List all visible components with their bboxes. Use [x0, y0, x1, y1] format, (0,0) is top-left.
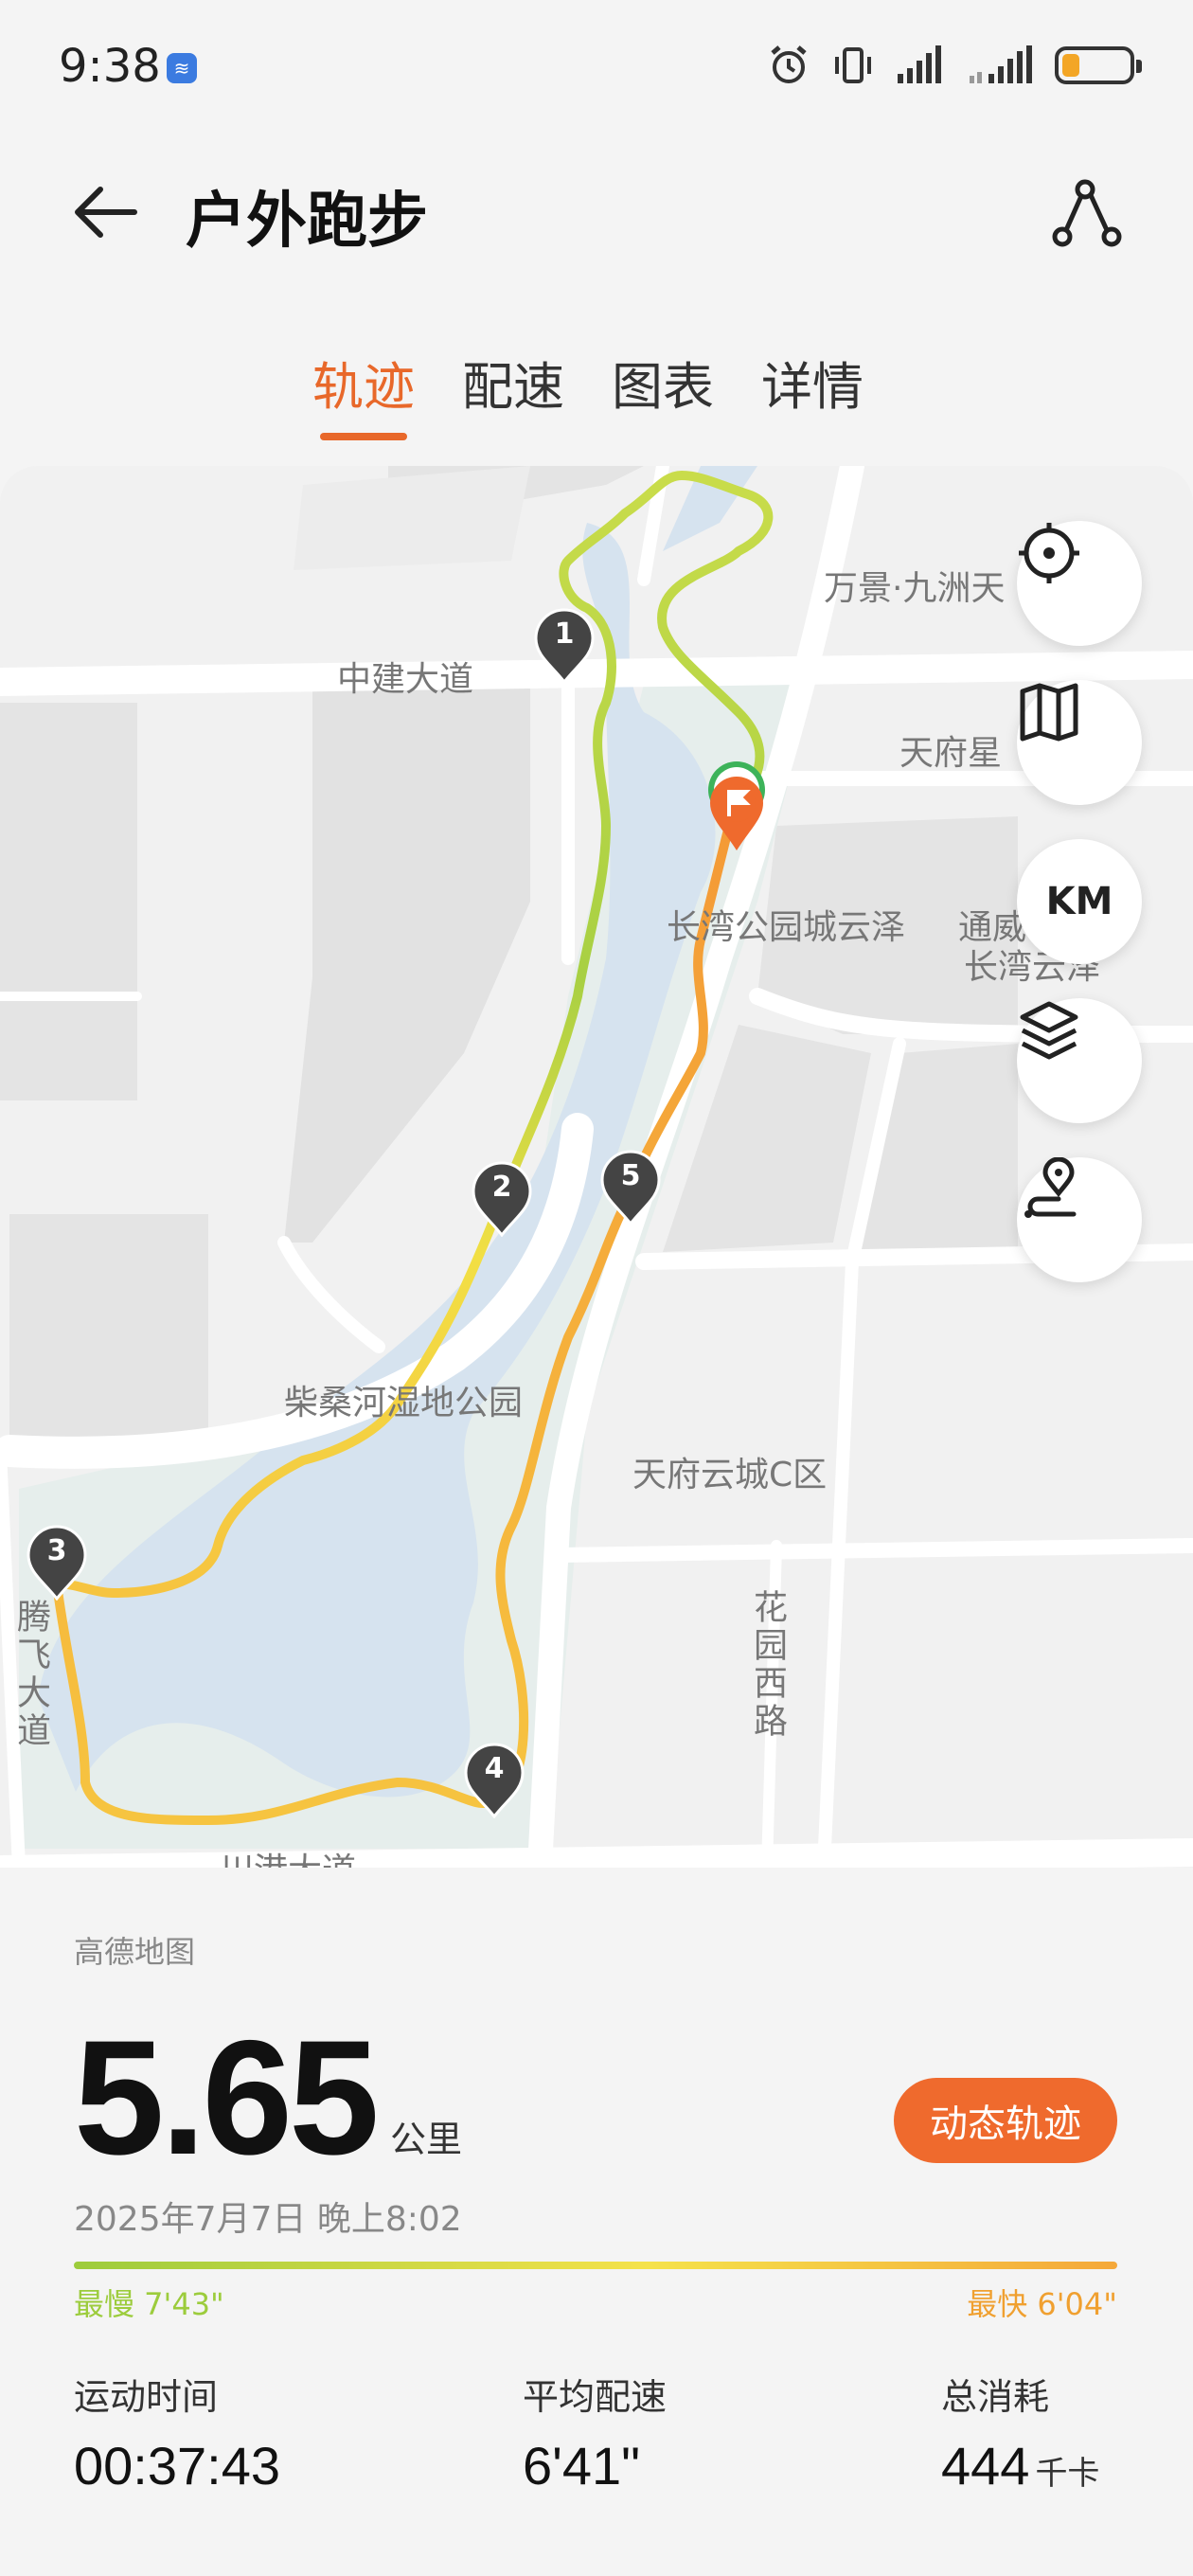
km-marker-4[interactable]: 4 — [464, 1743, 525, 1818]
duration-label: 运动时间 — [74, 2376, 219, 2418]
workout-datetime: 2025年7月7日 晚上8:02 — [74, 2200, 462, 2239]
stat-duration: 运动时间 00:37:43 — [74, 2368, 280, 2496]
locate-button[interactable] — [1017, 521, 1142, 646]
start-end-flag-icon — [708, 761, 765, 850]
map-icon — [1020, 683, 1078, 742]
map-label-tianfu-c: 天府云城C区 — [632, 1456, 828, 1494]
tab-track[interactable]: 轨迹 — [312, 345, 415, 440]
calories-label: 总消耗 — [941, 2376, 1050, 2418]
map-type-button[interactable] — [1017, 680, 1142, 805]
calories-value: 444 — [941, 2436, 1030, 2496]
page-title: 户外跑步 — [186, 187, 428, 257]
km-label: KM — [1045, 880, 1113, 923]
alarm-icon — [771, 45, 807, 83]
status-bar: 9:38 ≋ — [0, 0, 1193, 133]
km-marker-2[interactable]: 2 — [472, 1161, 532, 1237]
tab-bar: 轨迹 配速 图表 详情 — [312, 345, 864, 440]
map-canvas — [0, 466, 1193, 1868]
battery-icon — [1055, 46, 1142, 84]
tab-pace[interactable]: 配速 — [462, 345, 564, 440]
signal-icon — [898, 45, 941, 83]
back-arrow-icon[interactable] — [68, 174, 144, 250]
map-label-tianfu-star: 天府星 — [899, 734, 1003, 773]
duration-value: 00:37:43 — [74, 2436, 280, 2496]
map-label-zhongjian-road: 中建大道 — [337, 660, 474, 699]
km-toggle-button[interactable]: KM — [1017, 839, 1142, 964]
status-time: 9:38 — [59, 40, 161, 93]
map-label-chuangang-road: 川港大道 — [220, 1843, 356, 1868]
map-source: 高德地图 — [74, 1934, 196, 1970]
map-label-changwan: 长湾公园城云泽 — [667, 908, 906, 947]
signal-2-icon — [970, 45, 1032, 83]
route-map[interactable]: 万景·九洲天 中建大道 天府星 长湾公园城云泽 通威 长湾云泽 柴桑河湿地公园 … — [0, 466, 1193, 1868]
km-marker-3[interactable]: 3 — [27, 1525, 87, 1601]
distance-value: 5.65 — [74, 2007, 380, 2189]
fastest-pace: 最快 6'04" — [967, 2286, 1117, 2322]
calories-unit: 千卡 — [1035, 2456, 1100, 2492]
map-label-tengfei-road: 腾飞大道 — [11, 1599, 50, 1750]
battery-level — [1062, 54, 1079, 77]
pace-value: 6'41" — [523, 2436, 641, 2496]
stat-pace: 平均配速 6'41" — [523, 2368, 667, 2496]
map-label-huayuan-road: 花园西路 — [748, 1589, 787, 1741]
layers-button[interactable] — [1017, 998, 1142, 1123]
km-marker-1[interactable]: 1 — [534, 608, 595, 684]
tab-chart[interactable]: 图表 — [612, 345, 714, 440]
layers-icon — [1020, 1001, 1078, 1060]
route-replay-button[interactable] — [1017, 1157, 1142, 1282]
wifi-badge-icon: ≋ — [167, 53, 197, 83]
stat-calories: 总消耗 444 千卡 — [941, 2368, 1099, 2496]
distance-unit: 公里 — [390, 2119, 463, 2160]
tab-details[interactable]: 详情 — [761, 345, 864, 440]
dynamic-track-button[interactable]: 动态轨迹 — [894, 2078, 1117, 2163]
calories-row: 444 千卡 — [941, 2435, 1099, 2496]
slowest-pace: 最慢 7'43" — [74, 2286, 224, 2322]
map-label-wanjing: 万景·九洲天 — [824, 569, 1006, 608]
route-pin-icon — [1024, 1157, 1077, 1218]
vibrate-icon — [835, 47, 871, 83]
map-label-chaisang-park: 柴桑河湿地公园 — [284, 1384, 524, 1422]
km-marker-5[interactable]: 5 — [600, 1150, 661, 1225]
header: 户外跑步 — [0, 152, 1193, 265]
route-share-icon[interactable] — [1049, 176, 1125, 252]
pace-gradient-bar — [74, 2262, 1117, 2269]
crosshair-icon — [1019, 523, 1079, 583]
pace-label: 平均配速 — [523, 2376, 668, 2418]
status-icons — [767, 42, 1142, 89]
